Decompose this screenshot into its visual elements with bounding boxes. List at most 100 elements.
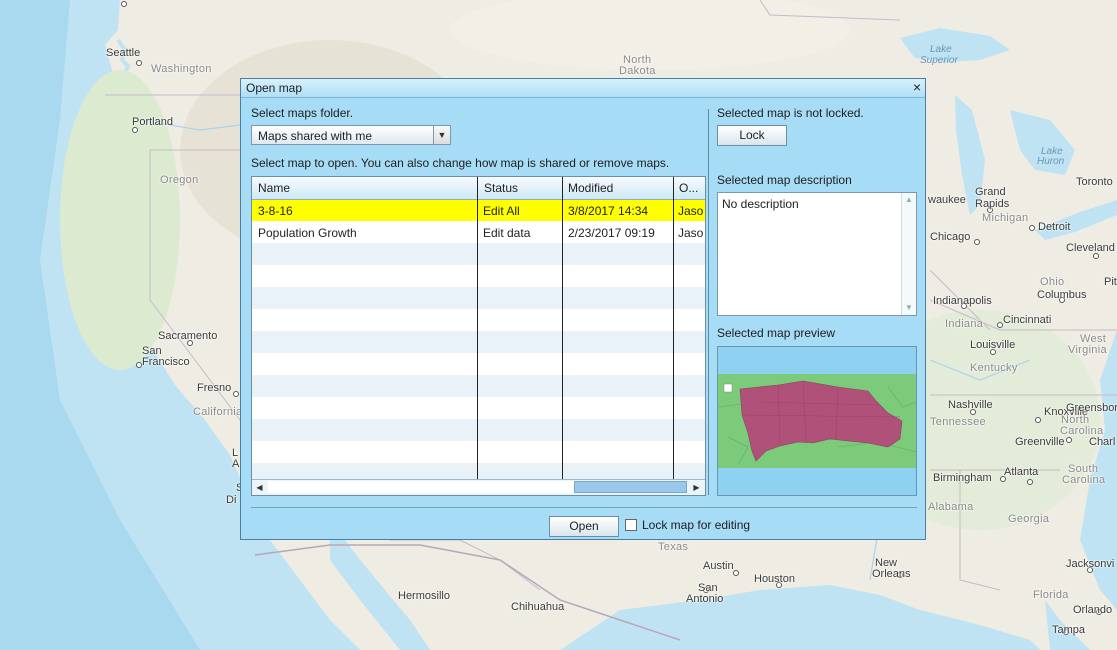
table-row-empty xyxy=(252,375,705,397)
map-label-chihuahua: Chihuahua xyxy=(511,601,565,613)
map-label-lake-superior-2: Superior xyxy=(920,55,958,66)
scroll-up-icon[interactable]: ▲ xyxy=(902,193,916,207)
map-label-west-virginia-2: Virginia xyxy=(1068,344,1107,356)
folder-dropdown-value: Maps shared with me xyxy=(258,129,373,143)
table-row-empty xyxy=(252,397,705,419)
map-label-indianapolis: Indianapolis xyxy=(933,295,992,307)
map-label-portland: Portland xyxy=(132,116,173,128)
instructions-text: Select map to open. You can also change … xyxy=(251,156,670,170)
dialog-titlebar[interactable]: Open map × xyxy=(241,79,925,98)
column-divider[interactable] xyxy=(673,177,674,479)
table-header: Name Status Modified O... xyxy=(252,177,705,200)
map-label-milwaukee: waukee xyxy=(928,194,966,206)
chevron-down-icon[interactable]: ▼ xyxy=(433,126,450,144)
scroll-left-icon[interactable]: ◀ xyxy=(252,480,267,495)
map-label-lake-huron-2: Huron xyxy=(1037,156,1065,167)
map-label-indiana: Indiana xyxy=(945,318,984,330)
scroll-right-icon[interactable]: ▶ xyxy=(689,480,704,495)
column-divider[interactable] xyxy=(562,177,563,479)
lock-status-text: Selected map is not locked. xyxy=(717,106,864,120)
map-label-grand-rapids-2: Rapids xyxy=(975,198,1010,210)
folder-dropdown[interactable]: Maps shared with me ▼ xyxy=(251,125,451,145)
column-header-name[interactable]: Name xyxy=(258,181,290,195)
map-label-georgia: Georgia xyxy=(1008,513,1050,525)
column-header-status[interactable]: Status xyxy=(484,181,518,195)
map-label-lake-superior-1: Lake xyxy=(930,44,952,55)
cell-status: Edit data xyxy=(483,226,531,240)
horizontal-scrollbar[interactable]: ◀ ▶ xyxy=(252,479,705,495)
map-label-tampa: Tampa xyxy=(1052,624,1086,636)
table-row-empty xyxy=(252,331,705,353)
cell-modified: 2/23/2017 09:19 xyxy=(568,226,655,240)
map-label-san-antonio-2: Antonio xyxy=(686,593,724,605)
map-label-tennessee: Tennessee xyxy=(930,416,986,428)
table-row-empty xyxy=(252,265,705,287)
map-label-north-dakota-2: Dakota xyxy=(619,65,656,77)
cell-modified: 3/8/2017 14:34 xyxy=(568,204,649,218)
column-header-modified[interactable]: Modified xyxy=(568,181,613,195)
description-textarea[interactable]: No description ▲ ▼ xyxy=(717,192,917,316)
scroll-thumb[interactable] xyxy=(574,481,687,493)
map-label-birmingham: Birmingham xyxy=(933,472,992,484)
map-label-texas: Texas xyxy=(658,541,689,553)
cell-owner: Jaso xyxy=(678,226,704,240)
map-label-cleveland: Cleveland xyxy=(1066,242,1115,254)
map-label-grand-rapids-1: Grand xyxy=(975,186,1006,198)
map-label-orlando: Orlando xyxy=(1073,604,1113,616)
table-row-empty xyxy=(252,287,705,309)
open-button[interactable]: Open xyxy=(549,516,619,537)
map-label-chicago: Chicago xyxy=(930,231,971,243)
maps-table: Name Status Modified O... 3-8-16 Edit Al… xyxy=(251,176,706,496)
preview-label: Selected map preview xyxy=(717,326,836,340)
cell-name: Population Growth xyxy=(258,226,357,240)
map-label-cincinnati: Cincinnati xyxy=(1003,314,1052,326)
map-label-charlotte: Charl xyxy=(1089,436,1116,448)
dialog-title: Open map xyxy=(246,81,303,95)
map-label-oregon: Oregon xyxy=(160,174,199,186)
close-icon[interactable]: × xyxy=(913,79,921,95)
folder-label: Select maps folder. xyxy=(251,106,354,120)
map-label-sacramento: Sacramento xyxy=(158,330,218,342)
table-row-empty xyxy=(252,441,705,463)
description-label: Selected map description xyxy=(717,173,852,187)
cell-status: Edit All xyxy=(483,204,520,218)
map-label-seattle: Seattle xyxy=(106,47,141,59)
lock-map-checkbox[interactable] xyxy=(625,519,637,531)
map-label-atlanta: Atlanta xyxy=(1004,466,1039,478)
map-label-jacksonville: Jacksonvi xyxy=(1066,558,1115,570)
map-label-greenville: Greenville xyxy=(1015,436,1065,448)
map-label-nashville: Nashville xyxy=(948,399,993,411)
map-label-hermosillo: Hermosillo xyxy=(398,590,450,602)
table-row-empty xyxy=(252,309,705,331)
table-row-empty xyxy=(252,353,705,375)
description-text: No description xyxy=(722,197,799,211)
map-label-austin: Austin xyxy=(703,560,734,572)
map-label-pittsburgh: Pit xyxy=(1104,276,1117,288)
map-label-san-francisco-2: Francisco xyxy=(142,356,190,368)
vertical-scrollbar[interactable]: ▲ ▼ xyxy=(901,193,916,315)
map-label-ohio: Ohio xyxy=(1040,276,1065,288)
map-label-new-orleans-2: Orleans xyxy=(872,568,911,580)
column-header-owner[interactable]: O... xyxy=(679,181,698,195)
map-label-florida: Florida xyxy=(1033,589,1069,601)
map-label-alabama: Alabama xyxy=(928,501,974,513)
scroll-down-icon[interactable]: ▼ xyxy=(902,301,916,315)
cell-name: 3-8-16 xyxy=(258,204,293,218)
panel-divider xyxy=(708,109,709,495)
map-label-sd-2: Di xyxy=(226,494,237,506)
map-label-fresno: Fresno xyxy=(197,382,232,394)
scroll-track[interactable] xyxy=(268,481,574,493)
lock-map-checkbox-label[interactable]: Lock map for editing xyxy=(642,518,750,532)
preview-image xyxy=(718,347,916,495)
lock-button[interactable]: Lock xyxy=(717,125,787,146)
map-label-toronto: Toronto xyxy=(1076,176,1113,188)
cell-owner: Jaso xyxy=(678,204,704,218)
map-label-south-carolina-2: Carolina xyxy=(1062,474,1106,486)
map-label-houston: Houston xyxy=(754,573,795,585)
dialog-separator xyxy=(251,507,917,508)
map-label-louisville: Louisville xyxy=(970,339,1016,351)
map-label-michigan: Michigan xyxy=(982,212,1029,224)
open-map-dialog: Open map × Select maps folder. Maps shar… xyxy=(240,78,926,540)
column-divider[interactable] xyxy=(477,177,478,479)
map-label-california: California xyxy=(193,406,243,418)
